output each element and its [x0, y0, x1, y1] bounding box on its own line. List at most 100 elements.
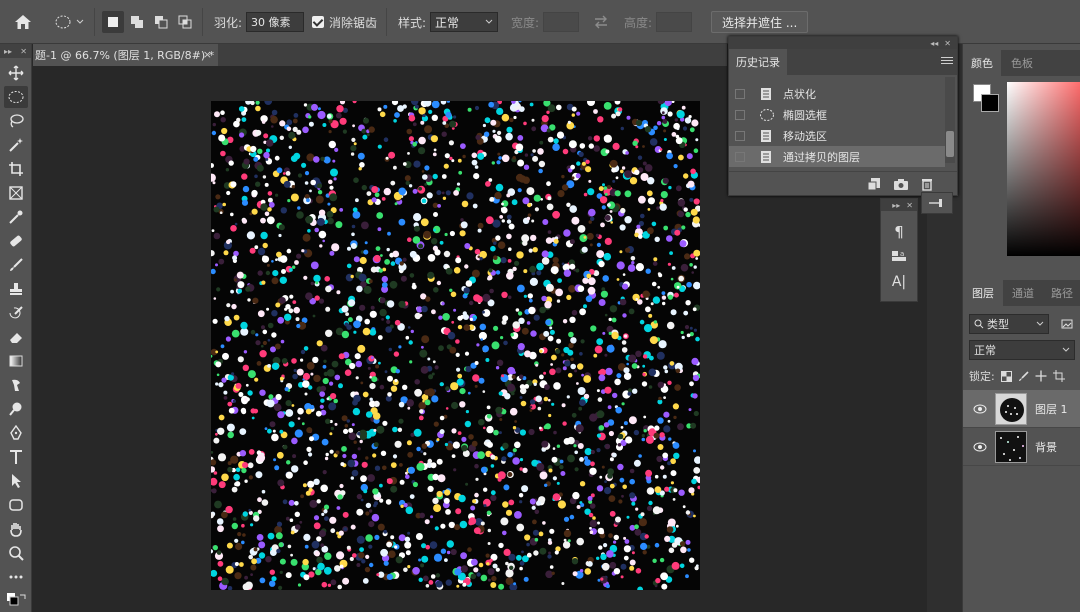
pointillize-dot [451, 401, 459, 410]
paragraph-icon[interactable]: ¶ [887, 221, 911, 243]
pointillize-dot [339, 117, 347, 125]
history-source-checkbox[interactable] [735, 109, 745, 120]
pointillize-dot [211, 477, 218, 486]
pointillize-dot [500, 257, 507, 264]
blend-mode-select[interactable]: 正常 [969, 340, 1075, 360]
move-tool[interactable] [4, 62, 28, 84]
history-item[interactable]: 点状化 [729, 83, 945, 104]
healing-brush-tool[interactable] [4, 230, 28, 252]
trash-icon[interactable] [921, 177, 933, 191]
pointillize-dot [324, 276, 330, 282]
clone-stamp-tool[interactable] [4, 278, 28, 300]
pointillize-dot [539, 374, 544, 380]
pointillize-dot [409, 494, 415, 499]
more-tools-button[interactable] [4, 566, 28, 588]
panel-menu-icon[interactable] [941, 55, 953, 66]
pen-tool[interactable] [4, 422, 28, 444]
swap-dimensions-button[interactable] [593, 0, 609, 44]
eye-visibility-icon[interactable] [973, 442, 987, 452]
glyphs-icon[interactable]: a [887, 245, 911, 267]
close-icon[interactable]: ✕ [20, 47, 27, 56]
tool-preset-picker[interactable] [54, 0, 84, 44]
pointillize-dot [264, 101, 273, 105]
lock-pixels-brush-icon[interactable] [1018, 370, 1029, 382]
color-swatches-tool[interactable] [4, 588, 28, 610]
history-item[interactable]: 移动选区 [729, 125, 945, 146]
history-brush-tool[interactable] [4, 302, 28, 324]
lock-artboard-icon[interactable] [1052, 370, 1065, 382]
layer-row[interactable]: 背景 [963, 428, 1080, 466]
eraser-tool[interactable] [4, 326, 28, 348]
properties-collapsed-panel[interactable] [921, 192, 953, 214]
hand-tool[interactable] [4, 518, 28, 540]
pointillize-dot [612, 392, 618, 399]
tab-paths[interactable]: 路径 [1043, 280, 1080, 306]
image-filter-icon[interactable] [1061, 318, 1073, 330]
blur-tool[interactable] [4, 374, 28, 396]
collapse-icon[interactable]: ◂◂ [930, 39, 938, 48]
brush-tool[interactable] [4, 254, 28, 276]
add-selection-button[interactable] [126, 11, 148, 33]
pointillize-dot [518, 317, 525, 324]
shape-tool[interactable] [4, 494, 28, 516]
antialias-checkbox[interactable]: 消除锯齿 [312, 0, 377, 44]
lock-transparency-icon[interactable] [1000, 370, 1012, 382]
tab-channels[interactable]: 通道 [1003, 280, 1043, 306]
eye-visibility-icon[interactable] [973, 404, 987, 414]
tab-swatches[interactable]: 色板 [1003, 50, 1041, 76]
select-and-mask-button[interactable]: 选择并遮住 ... [711, 11, 809, 33]
pointillize-dot [506, 214, 512, 220]
collapse-icon[interactable]: ▸▸ [892, 201, 900, 210]
intersect-selection-button[interactable] [174, 11, 196, 33]
frame-tool[interactable] [4, 182, 28, 204]
close-icon[interactable]: × [203, 48, 212, 61]
pointillize-dot [683, 173, 689, 179]
history-item-selected[interactable]: 通过拷贝的图层 [729, 146, 945, 167]
lasso-tool[interactable] [4, 110, 28, 132]
pointillize-dot [648, 489, 654, 495]
history-source-checkbox[interactable] [735, 88, 745, 99]
pointillize-dot [688, 408, 692, 412]
height-input[interactable] [656, 12, 693, 32]
pointillize-dot [215, 350, 219, 354]
type-tool[interactable] [4, 446, 28, 468]
marquee-tool[interactable] [4, 86, 28, 108]
layer-filter-select[interactable]: 类型 [969, 314, 1049, 334]
new-selection-button[interactable] [102, 11, 124, 33]
tab-color[interactable]: 颜色 [963, 50, 1001, 76]
home-button[interactable] [14, 0, 32, 44]
subtract-selection-button[interactable] [150, 11, 172, 33]
zoom-tool[interactable] [4, 542, 28, 564]
history-source-checkbox[interactable] [735, 130, 745, 141]
collapse-icon[interactable]: ▸▸ [4, 47, 12, 56]
tab-history[interactable]: 历史记录 [729, 49, 787, 75]
color-picker-field[interactable] [1007, 82, 1080, 256]
document-tab[interactable]: 题-1 @ 66.7% (图层 1, RGB/8#) * × [33, 44, 218, 66]
history-item[interactable]: 椭圆选框 [729, 104, 945, 125]
background-color-swatch[interactable] [981, 94, 999, 112]
crop-tool[interactable] [4, 158, 28, 180]
camera-icon[interactable] [893, 177, 909, 191]
image-canvas[interactable] [211, 101, 700, 590]
gradient-tool[interactable] [4, 350, 28, 372]
tab-layers[interactable]: 图层 [963, 280, 1003, 306]
new-document-from-state-icon[interactable] [867, 177, 881, 191]
character-panel-dock: ▸▸ ✕ ¶ a A| [880, 198, 918, 302]
pointillize-dot [642, 161, 647, 166]
pointillize-dot [587, 496, 593, 501]
width-input[interactable] [543, 12, 580, 32]
layer-row-selected[interactable]: 图层 1 [963, 390, 1080, 428]
pointillize-dot [635, 568, 642, 574]
feather-input[interactable]: 30 像素 [246, 12, 305, 32]
history-source-checkbox[interactable] [735, 151, 745, 162]
magic-wand-tool[interactable] [4, 134, 28, 156]
path-selection-tool[interactable] [4, 470, 28, 492]
eyedropper-tool[interactable] [4, 206, 28, 228]
lock-position-move-icon[interactable] [1035, 370, 1047, 382]
close-icon[interactable]: ✕ [944, 39, 951, 48]
dodge-tool[interactable] [4, 398, 28, 420]
history-scroll-thumb[interactable] [946, 131, 954, 157]
close-icon[interactable]: ✕ [906, 201, 913, 210]
character-icon[interactable]: A| [887, 271, 911, 293]
style-select[interactable]: 正常 [430, 12, 499, 32]
